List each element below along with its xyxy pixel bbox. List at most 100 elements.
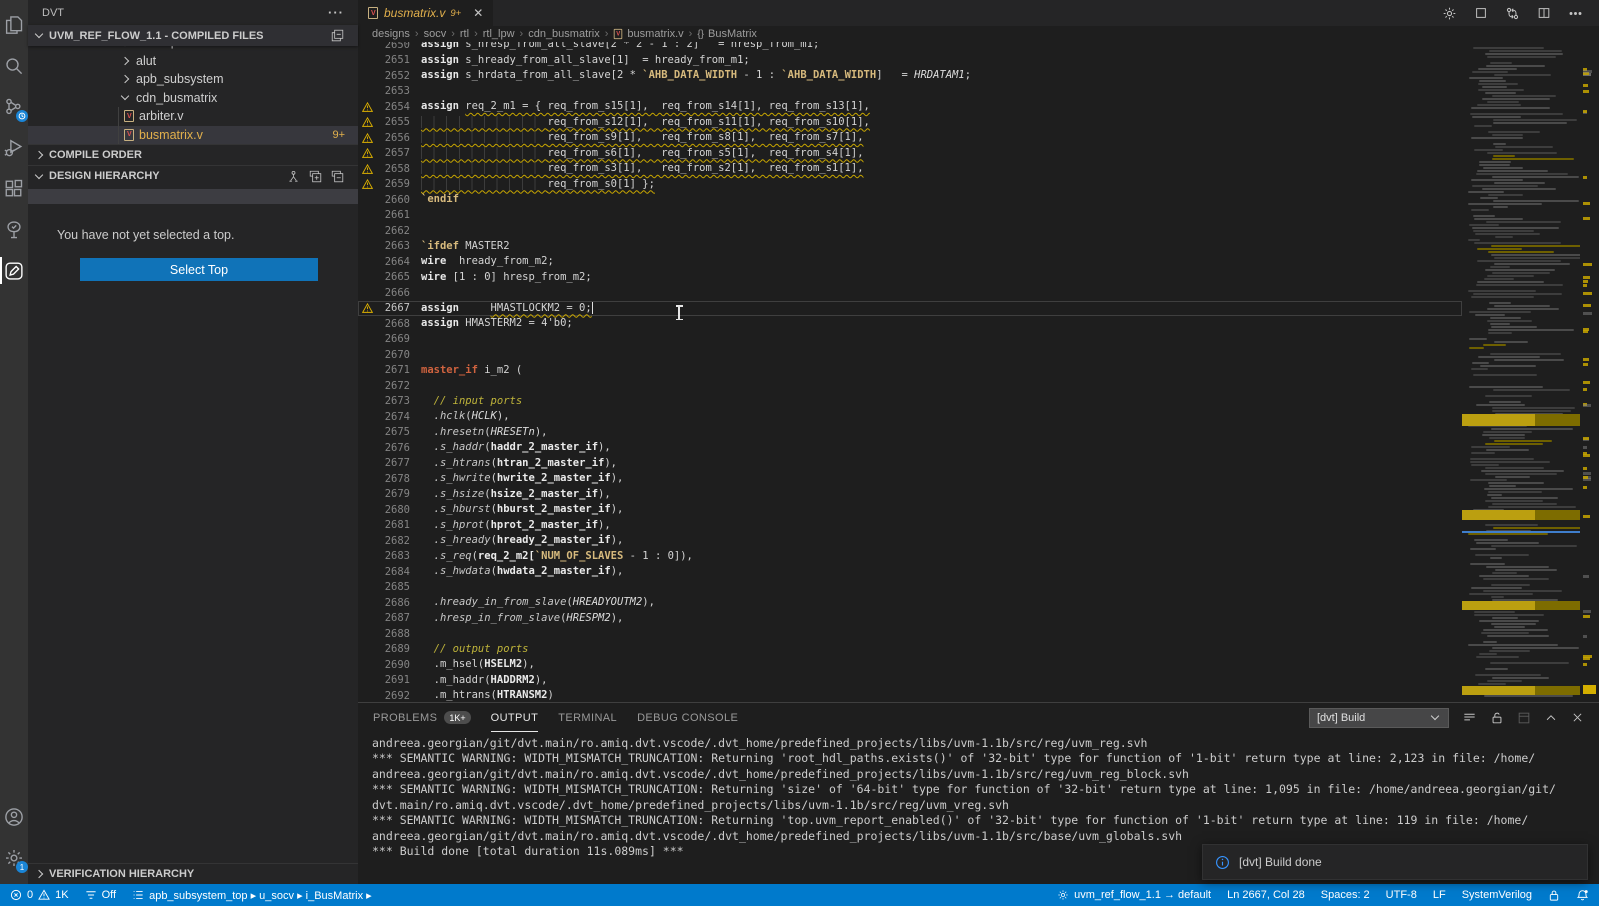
tab-problems[interactable]: PROBLEMS 1K+ (373, 703, 471, 732)
line-number[interactable]: 2671 (373, 364, 410, 376)
lock-status[interactable] (1548, 889, 1560, 902)
breadcrumb-item[interactable]: rtl_lpw (483, 28, 515, 40)
line-number[interactable]: 2650 (373, 42, 410, 51)
code-line[interactable]: 2691 .m_haddr(HADDRM2), (358, 673, 1462, 689)
line-number[interactable]: 2684 (373, 566, 410, 578)
line-number[interactable]: 2661 (373, 209, 410, 221)
trace-hierarchy-icon[interactable] (0, 86, 28, 127)
notification-toast[interactable]: [dvt] Build done (1202, 844, 1588, 880)
line-number[interactable]: 2667 (373, 302, 410, 314)
indentation[interactable]: Spaces: 2 (1321, 889, 1370, 901)
line-number[interactable]: 2678 (373, 473, 410, 485)
code-line[interactable]: 2668assign HMASTERM2 = 4'b0; (358, 316, 1462, 332)
code-line[interactable]: 2652assign s_hrdata_from_all_slave[2 * `… (358, 68, 1462, 84)
line-number[interactable]: 2666 (373, 287, 410, 299)
cursor-position[interactable]: Ln 2667, Col 28 (1227, 889, 1305, 901)
line-number[interactable]: 2687 (373, 612, 410, 624)
extensions-icon[interactable] (0, 168, 28, 209)
language-mode[interactable]: SystemVerilog (1462, 889, 1532, 901)
more-actions-icon[interactable] (328, 5, 344, 20)
line-number[interactable]: 2670 (373, 349, 410, 361)
code-editor[interactable]: 2650assign s_hresp_from_all_slave[2 * 2 … (358, 42, 1599, 702)
eol-sequence[interactable]: LF (1433, 889, 1446, 901)
breadcrumb-item[interactable]: busmatrix.v (613, 28, 683, 40)
line-number[interactable]: 2672 (373, 380, 410, 392)
code-line[interactable]: 2660`endif (358, 192, 1462, 208)
line-number[interactable]: 2686 (373, 597, 410, 609)
dvt-editor-icon[interactable] (0, 250, 28, 291)
line-number[interactable]: 2680 (373, 504, 410, 516)
collapse-all-icon[interactable] (331, 29, 344, 42)
close-icon[interactable] (473, 6, 483, 20)
code-line[interactable]: 2653 (358, 84, 1462, 100)
settings-gear-icon[interactable]: 1 (0, 837, 28, 878)
code-line[interactable]: 2663`ifdef MASTER2 (358, 239, 1462, 255)
line-number[interactable]: 2653 (373, 85, 410, 97)
line-number[interactable]: 2676 (373, 442, 410, 454)
code-line[interactable]: 2673 // input ports (358, 394, 1462, 410)
code-line[interactable]: 2665wire [1 : 0] hresp_from_m2; (358, 270, 1462, 286)
code-line[interactable]: 2672 (358, 378, 1462, 394)
tree-item-busmatrix-v[interactable]: busmatrix.v 9+ (28, 126, 358, 145)
line-number[interactable]: 2657 (373, 147, 410, 159)
filter-status[interactable]: Off (85, 889, 116, 901)
square-icon[interactable] (1474, 6, 1488, 20)
code-line[interactable]: 2655 req_from_s12[1], req_from_s11[1], r… (358, 115, 1462, 131)
explorer-icon[interactable] (0, 4, 28, 45)
line-number[interactable]: 2669 (373, 333, 410, 345)
code-line[interactable]: 2666 (358, 285, 1462, 301)
line-number[interactable]: 2656 (373, 132, 410, 144)
search-icon[interactable] (0, 45, 28, 86)
code-line[interactable]: 2657 req_from_s6[1], req_from_s5[1], req… (358, 146, 1462, 162)
close-panel-icon[interactable] (1571, 711, 1584, 724)
code-line[interactable]: 2677 .s_htrans(htran_2_master_if), (358, 456, 1462, 472)
code-line[interactable]: 2681 .s_hprot(hprot_2_master_if), (358, 518, 1462, 534)
open-in-editor-icon[interactable] (1517, 711, 1531, 725)
line-number[interactable]: 2688 (373, 628, 410, 640)
overview-ruler[interactable] (1580, 42, 1599, 702)
code-line[interactable]: 2651assign s_hready_from_all_slave[1] = … (358, 53, 1462, 69)
code-line[interactable]: 2685 (358, 580, 1462, 596)
type-hierarchy-icon[interactable] (287, 170, 300, 183)
code-line[interactable]: 2683 .s_req(req_2_m2[`NUM_OF_SLAVES - 1 … (358, 549, 1462, 565)
maximize-panel-icon[interactable] (1544, 711, 1558, 725)
problems-status[interactable]: 0 1K (10, 889, 69, 901)
tree-item-apb-subsystem[interactable]: apb_subsystem (28, 70, 358, 89)
breadcrumb-item[interactable]: socv (424, 28, 447, 40)
line-number[interactable]: 2690 (373, 659, 410, 671)
line-number[interactable]: 2679 (373, 488, 410, 500)
line-number[interactable]: 2691 (373, 674, 410, 686)
line-number[interactable]: 2674 (373, 411, 410, 423)
clear-output-icon[interactable] (1462, 710, 1477, 725)
expand-all-icon[interactable] (309, 170, 322, 183)
tab-output[interactable]: OUTPUT (491, 703, 539, 732)
line-number[interactable]: 2663 (373, 240, 410, 252)
minimap[interactable] (1462, 42, 1580, 702)
line-number[interactable]: 2654 (373, 101, 410, 113)
code-line[interactable]: 2686 .hready_in_from_slave(HREADYOUTM2), (358, 595, 1462, 611)
code-line[interactable]: 2679 .s_hsize(hsize_2_master_if), (358, 487, 1462, 503)
project-config[interactable]: uvm_ref_flow_1.1 → default (1057, 889, 1211, 901)
code-line[interactable]: 2664wire hready_from_m2; (358, 254, 1462, 270)
line-number[interactable]: 2668 (373, 318, 410, 330)
line-number[interactable]: 2673 (373, 395, 410, 407)
select-top-button[interactable]: Select Top (80, 258, 318, 281)
compiled-files-section-header[interactable]: UVM_REF_FLOW_1.1 - COMPILED FILES (28, 25, 358, 46)
code-line[interactable]: 2671master_if i_m2 ( (358, 363, 1462, 379)
line-number[interactable]: 2662 (373, 225, 410, 237)
line-number[interactable]: 2659 (373, 178, 410, 190)
line-number[interactable]: 2658 (373, 163, 410, 175)
code-line[interactable]: 2670 (358, 347, 1462, 363)
code-line[interactable]: 2654assign req_2_m1 = { req_from_s15[1],… (358, 99, 1462, 115)
notifications-bell[interactable] (1576, 889, 1589, 902)
breadcrumb-item[interactable]: BusMatrix (697, 28, 757, 40)
account-icon[interactable] (0, 796, 28, 837)
code-line[interactable]: 2667assign HMASTLOCKM2 = 0; (358, 301, 1462, 317)
code-line[interactable]: 2662 (358, 223, 1462, 239)
run-debug-icon[interactable] (0, 127, 28, 168)
line-number[interactable]: 2692 (373, 690, 410, 702)
code-line[interactable]: 2688 (358, 626, 1462, 642)
more-actions-icon[interactable] (1568, 6, 1583, 21)
tree-item-cdn-busmatrix[interactable]: cdn_busmatrix (28, 89, 358, 108)
line-number[interactable]: 2675 (373, 426, 410, 438)
